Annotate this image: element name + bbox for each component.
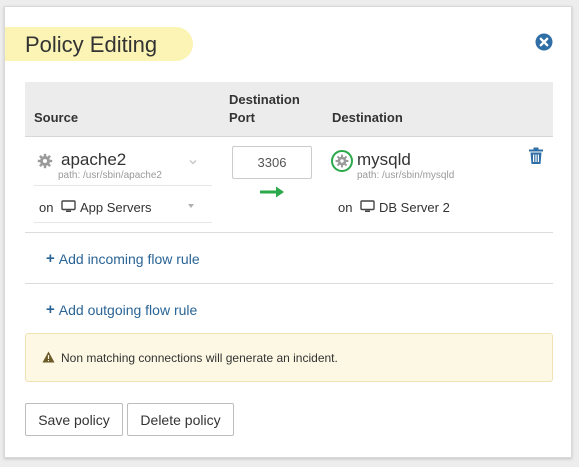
- gear-icon: [331, 150, 353, 172]
- table-row: apache2 path: /usr/sbin/apache2 on App S…: [25, 137, 553, 233]
- add-outgoing-row: + Add outgoing flow rule: [25, 284, 553, 335]
- gear-icon: [37, 153, 53, 169]
- trash-icon[interactable]: [528, 147, 544, 165]
- plus-icon: +: [46, 250, 55, 267]
- policy-editing-dialog: Policy Editing Source Destination Port D…: [4, 6, 572, 458]
- policy-table: Source Destination Port Destination apac…: [25, 82, 553, 335]
- destination-host: DB Server 2: [379, 200, 450, 215]
- header-destination: Destination: [332, 110, 403, 125]
- arrow-right-icon: [260, 186, 284, 198]
- save-policy-button[interactable]: Save policy: [25, 403, 123, 436]
- monitor-icon: [360, 200, 375, 212]
- delete-policy-button[interactable]: Delete policy: [127, 403, 234, 436]
- dialog-title: Policy Editing: [25, 32, 158, 57]
- close-icon[interactable]: [535, 33, 553, 51]
- chevron-down-icon[interactable]: [189, 159, 197, 165]
- destination-port-input[interactable]: [232, 146, 312, 179]
- add-incoming-flow-rule-link[interactable]: + Add incoming flow rule: [46, 250, 200, 268]
- monitor-icon: [61, 200, 76, 212]
- destination-on-label: on: [338, 200, 353, 215]
- alert-message: Non matching connections will generate a…: [61, 351, 338, 365]
- destination-process-path: path: /usr/sbin/mysqld: [357, 170, 455, 181]
- source-host-select[interactable]: App Servers: [80, 200, 152, 216]
- source-process-path: path: /usr/sbin/apache2: [58, 170, 162, 181]
- divider: [34, 222, 212, 223]
- source-on-label: on: [39, 200, 54, 215]
- plus-icon: +: [46, 301, 55, 318]
- warning-icon: [42, 351, 55, 363]
- table-header: Source Destination Port Destination: [25, 82, 553, 137]
- add-incoming-row: + Add incoming flow rule: [25, 233, 553, 284]
- header-source: Source: [34, 110, 79, 125]
- source-process-name: apache2: [61, 150, 127, 169]
- add-incoming-label: Add incoming flow rule: [58, 251, 200, 267]
- divider: [34, 185, 212, 186]
- header-destination-port: Destination Port: [229, 92, 300, 125]
- destination-process-name: mysqld: [357, 150, 411, 169]
- warning-alert: Non matching connections will generate a…: [25, 333, 553, 382]
- add-outgoing-label: Add outgoing flow rule: [58, 302, 198, 318]
- add-outgoing-flow-rule-link[interactable]: + Add outgoing flow rule: [46, 301, 197, 319]
- chevron-down-icon[interactable]: [187, 203, 195, 209]
